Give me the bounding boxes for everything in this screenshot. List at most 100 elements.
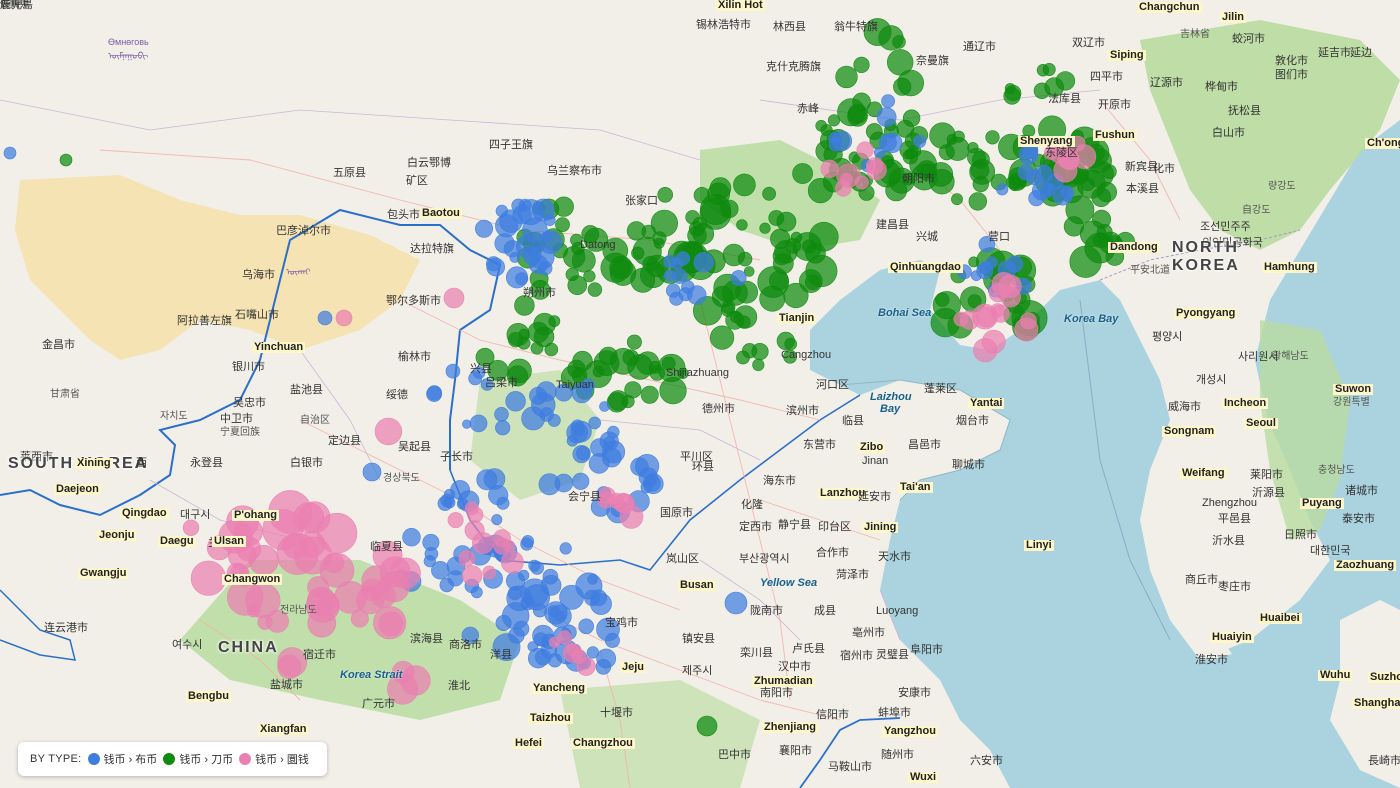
coin-site-marker[interactable] <box>426 386 442 402</box>
coin-site-marker[interactable] <box>518 569 530 582</box>
coin-site-marker[interactable] <box>952 130 965 143</box>
coin-site-marker[interactable] <box>985 130 1000 145</box>
coin-site-marker[interactable] <box>626 334 642 350</box>
coin-site-marker[interactable] <box>1069 245 1102 278</box>
coin-site-marker[interactable] <box>540 575 562 596</box>
coin-site-marker[interactable] <box>464 520 485 541</box>
coin-site-marker[interactable] <box>538 473 561 496</box>
coin-site-marker[interactable] <box>495 420 511 436</box>
legend-item-bubi[interactable]: 钱币 › 布币 <box>87 751 157 767</box>
coin-site-marker[interactable] <box>759 222 771 234</box>
coin-site-marker[interactable] <box>586 646 600 659</box>
coin-site-marker[interactable] <box>482 565 497 580</box>
coin-site-marker[interactable] <box>709 325 735 350</box>
coin-site-marker[interactable] <box>650 209 679 237</box>
coin-site-marker[interactable] <box>447 570 464 587</box>
coin-site-marker[interactable] <box>529 386 547 405</box>
coin-site-marker[interactable] <box>730 270 747 286</box>
coin-site-marker[interactable] <box>469 414 488 433</box>
coin-site-marker[interactable] <box>599 401 610 412</box>
coin-site-marker[interactable] <box>967 142 979 154</box>
coin-site-marker[interactable] <box>537 261 553 276</box>
coin-site-marker[interactable] <box>836 163 861 188</box>
coin-site-marker[interactable] <box>621 394 635 409</box>
coin-site-marker[interactable] <box>492 529 511 548</box>
coin-site-marker[interactable] <box>316 512 358 554</box>
coin-site-marker[interactable] <box>521 535 535 548</box>
coin-site-marker[interactable] <box>1034 164 1053 183</box>
coin-site-marker[interactable] <box>805 274 821 291</box>
coin-site-marker[interactable] <box>893 77 912 96</box>
coin-site-marker[interactable] <box>671 257 683 270</box>
coin-site-marker[interactable] <box>876 107 897 128</box>
coin-site-marker[interactable] <box>467 506 484 523</box>
coin-site-marker[interactable] <box>3 146 17 160</box>
coin-site-marker[interactable] <box>976 262 994 280</box>
coin-site-marker[interactable] <box>494 406 509 422</box>
coin-site-marker[interactable] <box>566 421 589 444</box>
coin-site-marker[interactable] <box>828 132 841 145</box>
coin-site-marker[interactable] <box>852 92 871 112</box>
coin-site-marker[interactable] <box>820 159 839 178</box>
coin-site-marker[interactable] <box>512 205 532 225</box>
coin-site-marker[interactable] <box>486 257 506 277</box>
coin-site-marker[interactable] <box>853 56 870 74</box>
coin-site-marker[interactable] <box>951 193 963 206</box>
coin-site-marker[interactable] <box>505 266 528 289</box>
coin-site-marker[interactable] <box>783 282 809 309</box>
coin-site-marker[interactable] <box>422 533 440 551</box>
coin-site-marker[interactable] <box>496 496 510 510</box>
coin-site-marker[interactable] <box>968 192 987 211</box>
coin-site-marker[interactable] <box>835 65 858 89</box>
coin-site-marker[interactable] <box>671 268 688 284</box>
coin-site-marker[interactable] <box>878 25 904 51</box>
coin-site-marker[interactable] <box>378 570 410 603</box>
coin-site-marker[interactable] <box>657 187 674 203</box>
coin-site-marker[interactable] <box>696 715 718 737</box>
coin-site-marker[interactable] <box>532 603 547 618</box>
coin-site-marker[interactable] <box>653 237 665 249</box>
coin-site-marker[interactable] <box>447 512 464 529</box>
coin-site-marker[interactable] <box>476 469 498 491</box>
coin-site-marker[interactable] <box>462 419 472 429</box>
coin-site-marker[interactable] <box>902 109 921 127</box>
coin-site-marker[interactable] <box>609 259 637 286</box>
coin-site-marker[interactable] <box>276 532 319 575</box>
legend-item-yuanqian[interactable]: 钱币 › 圜钱 <box>239 751 309 767</box>
coin-site-marker[interactable] <box>970 160 990 180</box>
coin-site-marker[interactable] <box>865 157 884 175</box>
coin-site-marker[interactable] <box>182 519 200 536</box>
coin-site-marker[interactable] <box>1096 223 1113 240</box>
coin-site-marker[interactable] <box>751 343 769 361</box>
coin-site-marker[interactable] <box>769 270 789 291</box>
coin-site-marker[interactable] <box>988 283 1008 303</box>
coin-site-marker[interactable] <box>506 585 533 612</box>
coin-site-marker[interactable] <box>443 287 465 309</box>
coin-site-marker[interactable] <box>59 153 73 167</box>
coin-site-marker[interactable] <box>595 658 612 675</box>
coin-site-marker[interactable] <box>693 252 714 273</box>
coin-site-marker[interactable] <box>913 134 927 148</box>
coin-site-marker[interactable] <box>762 186 776 201</box>
coin-site-marker[interactable] <box>562 643 583 663</box>
coin-site-marker[interactable] <box>1003 87 1021 105</box>
coin-site-marker[interactable] <box>501 550 524 574</box>
coin-site-marker[interactable] <box>335 309 353 327</box>
coin-site-marker[interactable] <box>792 163 814 184</box>
coin-site-marker[interactable] <box>495 614 512 631</box>
coin-site-marker[interactable] <box>559 542 572 555</box>
coin-site-marker[interactable] <box>1081 177 1095 192</box>
coin-site-marker[interactable] <box>592 365 605 378</box>
coin-site-marker[interactable] <box>548 604 572 628</box>
coin-site-marker[interactable] <box>886 49 914 76</box>
coin-site-marker[interactable] <box>522 246 542 265</box>
coin-site-marker[interactable] <box>590 593 612 615</box>
legend-item-daobi[interactable]: 钱币 › 刀币 <box>163 751 233 767</box>
coin-site-marker[interactable] <box>873 147 886 159</box>
coin-site-marker[interactable] <box>317 310 333 326</box>
coin-site-marker[interactable] <box>548 315 561 327</box>
coin-site-marker[interactable] <box>190 560 226 596</box>
coin-site-marker[interactable] <box>527 321 549 343</box>
coin-site-marker[interactable] <box>474 219 493 238</box>
coin-site-marker[interactable] <box>450 480 471 500</box>
